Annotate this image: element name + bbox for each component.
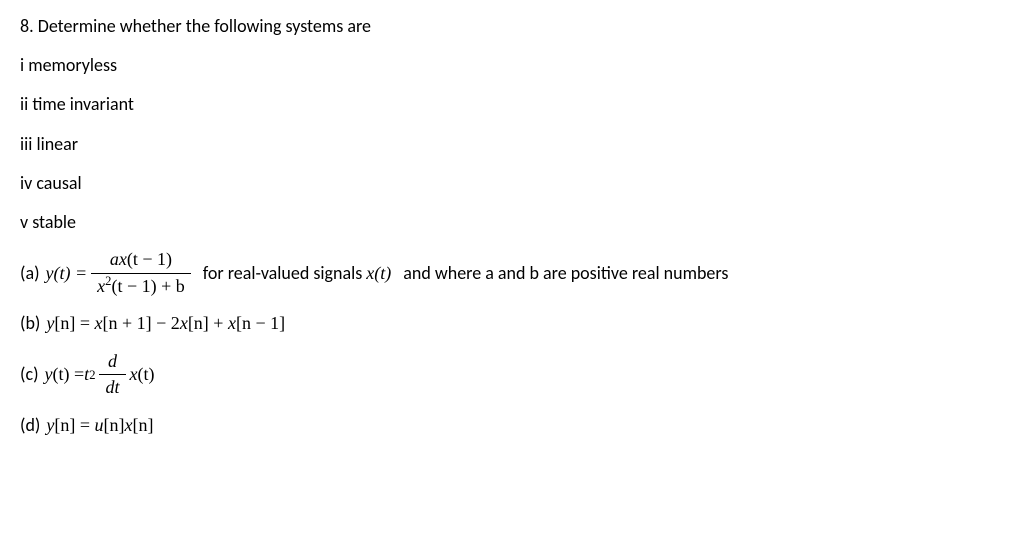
- part-d-label: (d): [20, 413, 40, 438]
- c-lhs-paren: (t) =: [53, 362, 85, 387]
- property-time-invariant: ii time invariant: [20, 92, 1004, 117]
- property-memoryless: i memoryless: [20, 53, 1004, 78]
- b-br4: [n − 1]: [236, 313, 285, 333]
- question-number: 8.: [20, 15, 34, 37]
- b-x3: x: [228, 313, 236, 333]
- b-x1: x: [95, 313, 103, 333]
- c-x: x: [130, 362, 138, 387]
- c-rhs-paren: (t): [138, 362, 155, 387]
- part-a-label: (a): [20, 261, 40, 286]
- b-br2: [n + 1] − 2: [103, 313, 180, 333]
- frac-num-paren: (t − 1): [127, 249, 172, 269]
- property-causal: iv causal: [20, 171, 1004, 196]
- question-header: 8. Determine whether the following syste…: [20, 14, 1004, 39]
- question-prompt: Determine whether the following systems …: [38, 15, 371, 37]
- part-d: (d) y[n] = u[n]x[n]: [20, 413, 1004, 438]
- part-b-expression: y[n] = x[n + 1] − 2x[n] + x[n − 1]: [46, 311, 285, 336]
- part-a-fraction: ax(t − 1) x2(t − 1) + b: [91, 249, 191, 297]
- part-a-trailing-2: and where a and b are positive real numb…: [403, 261, 728, 286]
- part-a-trailing-1: for real-valued signals: [203, 261, 363, 286]
- part-b-label: (b): [20, 311, 40, 336]
- part-a-numerator: ax(t − 1): [91, 249, 191, 274]
- part-a-lhs: y(t) =: [46, 261, 88, 286]
- d-br3: [n]: [133, 415, 154, 435]
- b-br1: [n] =: [54, 313, 94, 333]
- part-c-label: (c): [20, 362, 39, 387]
- b-x2: x: [180, 313, 188, 333]
- b-br3: [n] +: [188, 313, 228, 333]
- part-b: (b) y[n] = x[n + 1] − 2x[n] + x[n − 1]: [20, 311, 1004, 336]
- part-c-fraction: d dt: [99, 351, 125, 399]
- d-x: x: [125, 415, 133, 435]
- part-c: (c) y(t) = t2 d dt x(t): [20, 351, 1004, 399]
- property-linear: iii linear: [20, 132, 1004, 157]
- frac-den-x: x: [97, 276, 105, 296]
- frac-den-rest: (t − 1) + b: [111, 276, 184, 296]
- frac-num-var: ax: [110, 249, 127, 269]
- d-br1: [n] =: [54, 415, 94, 435]
- part-d-expression: y[n] = u[n]x[n]: [46, 413, 153, 438]
- part-a: (a) y(t) = ax(t − 1) x2(t − 1) + b for r…: [20, 249, 1004, 297]
- property-stable: v stable: [20, 210, 1004, 235]
- c-frac-den: dt: [99, 375, 125, 399]
- inline-xt: x(t): [366, 263, 391, 283]
- c-frac-num: d: [99, 351, 125, 376]
- d-br2: [n]: [104, 415, 125, 435]
- part-a-trailing-math: x(t): [366, 261, 391, 286]
- part-a-denominator: x2(t − 1) + b: [91, 274, 191, 298]
- d-u: u: [95, 415, 104, 435]
- c-y: y: [45, 362, 53, 387]
